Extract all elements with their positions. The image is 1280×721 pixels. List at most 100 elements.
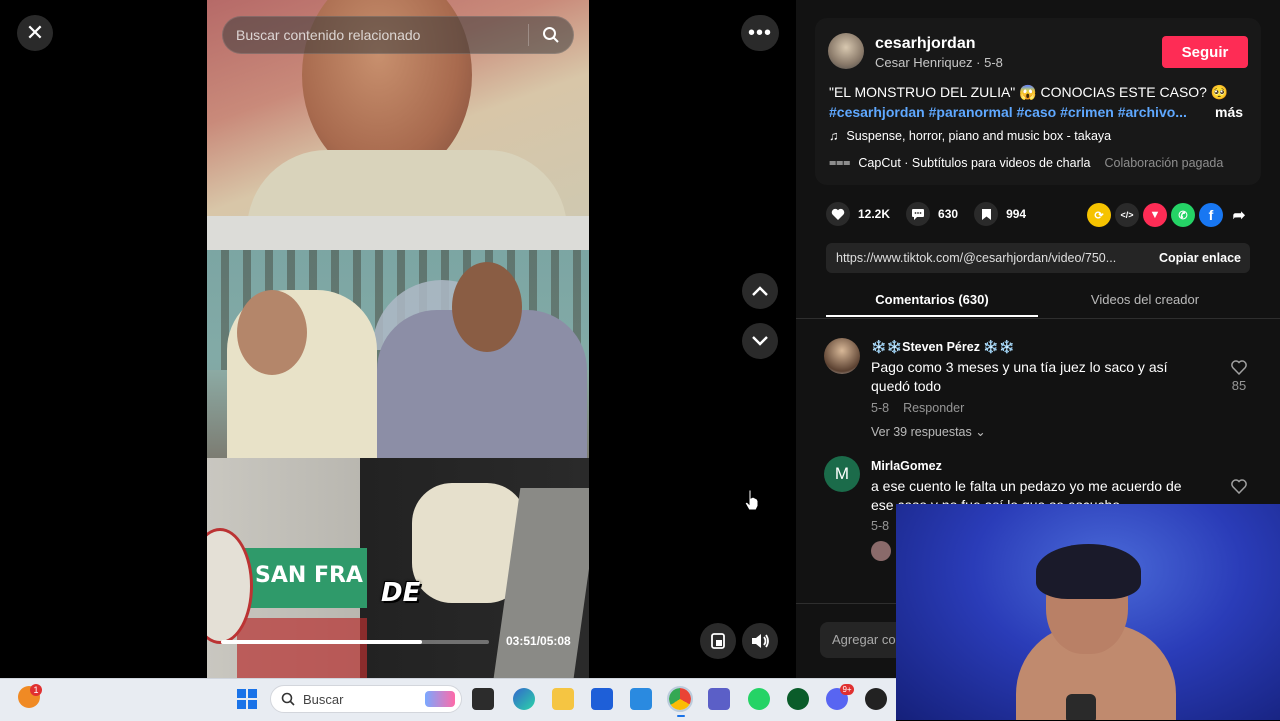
reply-button[interactable]: Responder — [903, 401, 964, 415]
van-sign-text: SAN FRA — [255, 563, 363, 588]
action-bar: 12.2K 630 994 — [826, 200, 1042, 228]
microsoft-store-icon[interactable] — [591, 688, 613, 710]
search-highlight-icon — [425, 691, 455, 707]
video-frame-divider — [207, 216, 589, 250]
search-icon[interactable] — [529, 26, 573, 44]
video-description: "EL MONSTRUO DEL ZULIA" 😱 CONOCIAS ESTE … — [829, 84, 1229, 100]
tab-creator-videos[interactable]: Videos del creador — [1040, 292, 1250, 307]
commenter-name[interactable]: MirlaGomez — [871, 459, 942, 473]
chevron-down-icon: ⌄ — [975, 425, 986, 439]
speaker-icon — [752, 634, 769, 648]
related-search-input[interactable]: Buscar contenido relacionado — [222, 16, 574, 54]
commenter-avatar[interactable]: M — [824, 456, 860, 492]
windows-start-icon[interactable] — [236, 688, 258, 710]
facebook-icon[interactable]: f — [1199, 203, 1223, 227]
heart-icon — [826, 202, 850, 226]
chrome-icon[interactable] — [667, 686, 693, 712]
upwork-icon[interactable] — [787, 688, 809, 710]
comment-like-button[interactable]: 85 — [1231, 360, 1247, 393]
file-explorer-icon[interactable] — [552, 688, 574, 710]
share-options: ⟳ </> ▼ ✆ f ➦ — [1087, 203, 1251, 227]
video-caption: DE — [381, 578, 421, 608]
paid-collaboration-tag: Colaboración pagada — [1104, 155, 1224, 170]
save-count: 994 — [1006, 207, 1027, 221]
whatsapp-taskbar-icon[interactable] — [748, 688, 770, 710]
send-to-friend-icon[interactable]: ▼ — [1143, 203, 1167, 227]
video-progress-bar[interactable] — [221, 640, 489, 644]
commenter-avatar[interactable] — [824, 338, 860, 374]
previous-video-button[interactable] — [742, 273, 778, 309]
search-placeholder: Buscar contenido relacionado — [236, 27, 421, 43]
comment-meta: 5-8 Responder — [871, 401, 964, 415]
heart-outline-icon — [1231, 479, 1247, 495]
task-view-icon[interactable] — [472, 688, 494, 710]
author-avatar[interactable] — [828, 33, 864, 69]
view-replies-button[interactable]: Ver 39 respuestas ⌄ — [871, 424, 986, 439]
heart-outline-icon — [1231, 360, 1247, 376]
close-icon: ✕ — [25, 20, 45, 45]
comment-text: Pago como 3 meses y una tía juez lo saco… — [871, 359, 1168, 394]
next-video-button[interactable] — [742, 323, 778, 359]
mini-player-icon — [711, 633, 725, 649]
chevron-down-icon — [752, 336, 768, 346]
music-title: Suspense, horror, piano and music box - … — [846, 129, 1112, 143]
more-description-link[interactable]: más — [1215, 104, 1243, 120]
copy-link-button[interactable]: Copiar enlace — [1150, 243, 1250, 273]
music-row[interactable]: ♫ Suspense, horror, piano and music box … — [829, 129, 1111, 143]
video-player[interactable]: SAN FRA DE — [207, 0, 589, 678]
taskbar-search[interactable]: Buscar — [270, 685, 462, 713]
hand-cursor-icon — [744, 489, 759, 511]
notification-badge: 1 — [30, 684, 42, 696]
volume-button[interactable] — [742, 623, 778, 659]
comment-count: 630 — [938, 207, 959, 221]
reply-avatar — [871, 541, 891, 561]
capcut-row[interactable]: ⩶ CapCut · Subtítulos para videos de cha… — [829, 155, 1223, 170]
chevron-up-icon — [752, 286, 768, 296]
like-count: 12.2K — [858, 207, 891, 221]
video-progress-fill — [221, 640, 422, 644]
commenter-name[interactable]: ❄️❄️Steven Pérez ❄️❄️ — [871, 340, 1015, 355]
view-replies-label: Ver 39 respuestas — [871, 425, 972, 439]
video-time: 03:51/05:08 — [506, 634, 571, 648]
search-icon — [281, 692, 295, 706]
more-options-button[interactable]: ••• — [741, 15, 779, 51]
comment-like-button[interactable] — [1231, 479, 1247, 499]
author-subline: Cesar Henriquez · 5-8 — [875, 55, 1003, 70]
obs-icon[interactable] — [865, 688, 887, 710]
embed-code-icon[interactable]: </> — [1115, 203, 1139, 227]
comment-button[interactable]: 630 — [906, 202, 958, 226]
mini-player-button[interactable] — [700, 623, 736, 659]
teams-icon[interactable] — [708, 688, 730, 710]
discord-badge: 9+ — [840, 684, 854, 695]
repost-icon[interactable]: ⟳ — [1087, 203, 1111, 227]
follow-button[interactable]: Seguir — [1162, 36, 1248, 68]
webcam-overlay — [896, 504, 1280, 720]
video-link-box: https://www.tiktok.com/@cesarhjordan/vid… — [826, 243, 1250, 273]
capcut-icon: ⩶ — [829, 155, 851, 169]
video-frame-middle — [207, 250, 589, 458]
mail-icon[interactable] — [630, 688, 652, 710]
edge-browser-icon[interactable] — [513, 688, 535, 710]
add-comment-placeholder: Agregar co — [832, 632, 896, 647]
comment-like-count: 85 — [1231, 378, 1247, 393]
taskbar-search-label: Buscar — [303, 691, 344, 707]
ellipsis-icon: ••• — [747, 21, 772, 44]
video-link-url[interactable]: https://www.tiktok.com/@cesarhjordan/vid… — [826, 251, 1150, 265]
author-username[interactable]: cesarhjordan — [875, 35, 975, 53]
avatar-letter: M — [834, 464, 850, 483]
save-button[interactable]: 994 — [974, 202, 1026, 226]
music-note-icon: ♫ — [829, 129, 839, 143]
comment-date: 5-8 — [871, 401, 890, 415]
like-button[interactable]: 12.2K — [826, 202, 890, 226]
comment-date: 5-8 — [871, 519, 890, 533]
capcut-label: CapCut · Subtítulos para videos de charl… — [858, 155, 1091, 170]
share-arrow-icon[interactable]: ➦ — [1227, 203, 1251, 227]
whatsapp-icon[interactable]: ✆ — [1171, 203, 1195, 227]
tab-comments[interactable]: Comentarios (630) — [826, 292, 1038, 307]
video-hashtags[interactable]: #cesarhjordan #paranormal #caso #crimen … — [829, 104, 1187, 120]
active-app-indicator — [677, 715, 685, 717]
bookmark-icon — [974, 202, 999, 226]
active-tab-indicator — [826, 315, 1038, 317]
comment-bubble-icon — [906, 202, 931, 226]
close-button[interactable]: ✕ — [17, 15, 53, 51]
